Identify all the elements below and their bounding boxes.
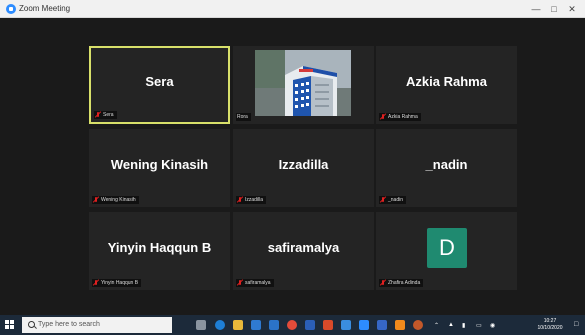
- edge-icon[interactable]: [215, 320, 225, 330]
- participant-tile-sera[interactable]: Sera Sera: [89, 46, 230, 124]
- muted-mic-icon: [380, 197, 386, 203]
- word-icon[interactable]: [305, 320, 315, 330]
- file-explorer-icon[interactable]: [233, 320, 243, 330]
- participant-tile-video[interactable]: Rora: [233, 46, 374, 124]
- participant-name-tag: _nadin: [379, 196, 407, 204]
- taskbar-search-box[interactable]: Type here to search: [22, 317, 172, 333]
- participant-tile-izzadilla[interactable]: Izzadilla Izzadilla: [233, 129, 374, 207]
- participant-footer-name: Izzadilla: [245, 197, 264, 203]
- participant-tile-safiramalya[interactable]: safiramalya safiramalya: [233, 212, 374, 290]
- participant-tile-nadin[interactable]: _nadin _nadin: [376, 129, 517, 207]
- zoom-icon[interactable]: [359, 320, 369, 330]
- chrome-icon[interactable]: [287, 320, 297, 330]
- camera-icon[interactable]: [377, 320, 387, 330]
- notifications-icon[interactable]: □: [574, 321, 578, 328]
- muted-mic-icon: [93, 280, 99, 286]
- participant-display-name: safiramalya: [267, 239, 340, 255]
- participant-tile-wening[interactable]: Wening Kinasih Wening Kinasih: [89, 129, 230, 207]
- muted-mic-icon: [237, 280, 243, 286]
- participant-name-tag: Zhafira Adinda: [379, 279, 424, 287]
- meeting-gallery-view: Sera Sera Rora Azkia Rahma Azkia Rahma W…: [0, 18, 585, 315]
- participant-footer-name: safiramalya: [245, 280, 271, 286]
- participant-name-tag: Izzadilla: [236, 196, 267, 204]
- participant-display-name: Azkia Rahma: [406, 73, 487, 89]
- participant-name-tag: Rora: [236, 113, 251, 121]
- participant-display-name: _nadin: [425, 156, 468, 172]
- tray-date[interactable]: 10/10/2020: [530, 325, 570, 331]
- participant-display-name: Yinyin Haqqun B: [107, 239, 212, 255]
- close-button[interactable]: ✕: [563, 0, 581, 18]
- muted-mic-icon: [95, 112, 101, 118]
- participant-footer-name: Zhafira Adinda: [388, 280, 421, 286]
- participant-name-tag: Sera: [94, 111, 117, 119]
- participant-display-name: Wening Kinasih: [110, 156, 209, 172]
- vlc-icon[interactable]: [395, 320, 405, 330]
- store-icon[interactable]: [251, 320, 261, 330]
- firefox-icon[interactable]: [413, 320, 423, 330]
- windows-taskbar: Type here to search ⌃ ▲ ▮ ▭ ◉ 10:27 10/1…: [0, 315, 585, 335]
- muted-mic-icon: [93, 197, 99, 203]
- task-view-icon[interactable]: [196, 320, 206, 330]
- participant-footer-name: Azkia Rahma: [388, 114, 418, 120]
- participant-display-name: Sera: [145, 73, 174, 89]
- network-icon[interactable]: ▲: [448, 322, 454, 328]
- powerpoint-icon[interactable]: [323, 320, 333, 330]
- mail-icon[interactable]: [269, 320, 279, 330]
- participant-tile-yinyin[interactable]: Yinyin Haqqun B Yinyin Haqqun B: [89, 212, 230, 290]
- participant-name-tag: safiramalya: [236, 279, 274, 287]
- volume-icon[interactable]: ▮: [462, 322, 465, 329]
- participant-tile-avatar[interactable]: D Zhafira Adinda: [376, 212, 517, 290]
- building-video-feed: [255, 50, 351, 116]
- battery-icon[interactable]: ▭: [476, 322, 482, 329]
- muted-mic-icon: [380, 280, 386, 286]
- maximize-button[interactable]: □: [545, 0, 563, 18]
- participant-tile-azkia[interactable]: Azkia Rahma Azkia Rahma: [376, 46, 517, 124]
- window-title: Zoom Meeting: [19, 4, 71, 13]
- participant-footer-name: _nadin: [388, 197, 404, 203]
- search-icon: [28, 321, 35, 328]
- participant-footer-name: Yinyin Haqqun B: [101, 280, 139, 286]
- muted-mic-icon: [237, 197, 243, 203]
- photos-icon[interactable]: [341, 320, 351, 330]
- zoom-app-icon: [6, 4, 16, 14]
- window-controls: — □ ✕: [527, 0, 581, 18]
- participant-avatar: D: [427, 228, 467, 268]
- start-button[interactable]: [0, 315, 20, 335]
- participant-footer-name: Rora: [237, 114, 248, 120]
- participant-display-name: Izzadilla: [278, 156, 329, 172]
- search-placeholder: Type here to search: [38, 321, 100, 328]
- window-titlebar: Zoom Meeting — □ ✕: [0, 0, 585, 18]
- participant-name-tag: Azkia Rahma: [379, 113, 421, 121]
- participant-name-tag: Wening Kinasih: [92, 196, 139, 204]
- participant-footer-name: Wening Kinasih: [101, 197, 136, 203]
- participant-name-tag: Yinyin Haqqun B: [92, 279, 142, 287]
- tray-time[interactable]: 10:27: [530, 318, 570, 324]
- language-icon[interactable]: ◉: [490, 322, 495, 329]
- tray-chevron-icon[interactable]: ⌃: [434, 322, 439, 329]
- minimize-button[interactable]: —: [527, 0, 545, 18]
- muted-mic-icon: [380, 114, 386, 120]
- participant-footer-name: Sera: [103, 112, 114, 118]
